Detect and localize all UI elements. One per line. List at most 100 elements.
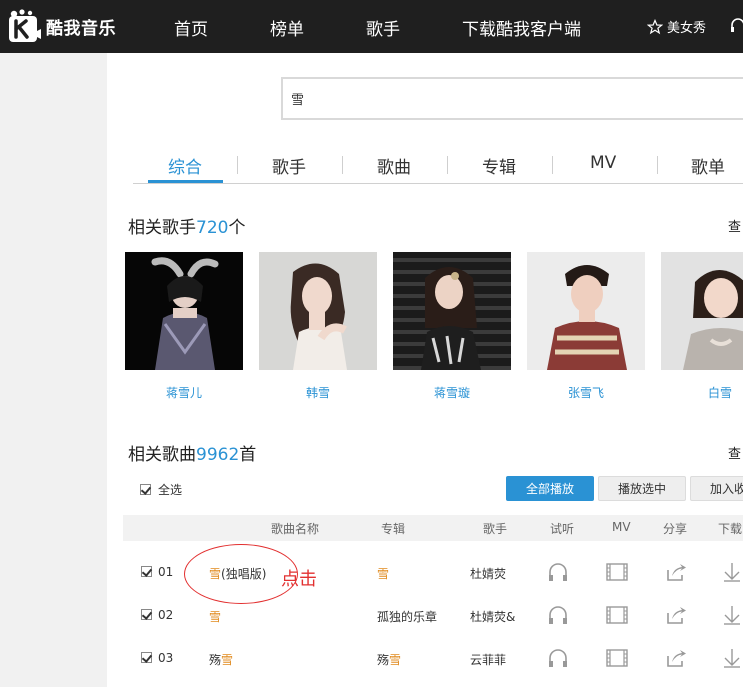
mv-film-icon[interactable] (606, 604, 628, 626)
tab-albums[interactable]: 专辑 (482, 153, 516, 178)
select-all-checkbox[interactable] (140, 484, 151, 495)
singer-card[interactable]: 韩雪 (259, 252, 377, 401)
singer-photo[interactable] (125, 252, 243, 370)
song-title-pre: 殇 (209, 653, 222, 667)
album-link[interactable]: 殇雪 (377, 651, 401, 668)
row-index: 03 (158, 651, 174, 665)
related-songs-unit: 首 (239, 445, 257, 465)
header-download: 下载 (718, 522, 743, 536)
active-tab-underline (148, 180, 223, 183)
table-row[interactable]: 03 殇雪 殇雪 云菲菲 (123, 636, 743, 679)
album-title-pre: 孤独的乐章 (377, 610, 438, 624)
logo-text: 酷我音乐 (46, 18, 116, 39)
song-title-keyword: 雪 (221, 653, 234, 667)
album-link[interactable]: 雪 (377, 565, 389, 582)
singer-photo[interactable] (393, 252, 511, 370)
tab-divider (237, 156, 238, 174)
row-checkbox[interactable] (141, 652, 152, 663)
tab-divider (342, 156, 343, 174)
related-singers-count: 720 (196, 218, 229, 238)
nav-charts[interactable]: 榜单 (270, 15, 304, 40)
related-songs-label: 相关歌曲 (128, 445, 196, 465)
play-selected-button[interactable]: 播放选中 (598, 476, 686, 501)
nav-singers[interactable]: 歌手 (366, 15, 400, 40)
header-mv: MV (612, 520, 631, 534)
header-artist: 歌手 (483, 522, 508, 536)
singer-name[interactable]: 张雪飞 (527, 384, 645, 401)
share-icon[interactable] (665, 604, 687, 626)
related-singers-title: 相关歌手720个 (128, 213, 245, 238)
singer-photo[interactable] (661, 252, 743, 370)
nav-meinv-show[interactable]: 美女秀 (647, 17, 706, 36)
singer-name[interactable]: 韩雪 (259, 384, 377, 401)
artist-link[interactable]: 云菲菲 (470, 651, 506, 668)
download-icon[interactable] (721, 561, 743, 583)
row-checkbox[interactable] (141, 566, 152, 577)
download-icon[interactable] (721, 647, 743, 669)
search-box[interactable] (281, 77, 743, 120)
headphone-icon[interactable] (547, 604, 569, 626)
singer-card[interactable]: 蒋雪儿 (125, 252, 243, 401)
left-sidebar-area (0, 53, 107, 687)
mv-film-icon[interactable] (606, 561, 628, 583)
top-nav-bar: 酷我音乐 首页 榜单 歌手 下载酷我客户端 美女秀 (0, 0, 743, 53)
related-singers-unit: 个 (228, 218, 246, 238)
search-category-tabs: 综合 歌手 歌曲 专辑 MV 歌单 (133, 148, 743, 184)
related-songs-title: 相关歌曲9962首 (128, 440, 256, 465)
album-title-keyword: 雪 (377, 567, 390, 581)
singer-photo[interactable] (527, 252, 645, 370)
kuwo-logo[interactable]: 酷我音乐 (8, 8, 116, 44)
select-all-control[interactable]: 全选 (140, 481, 182, 498)
song-title-keyword: 雪 (209, 610, 222, 624)
tab-playlists[interactable]: 歌单 (691, 153, 725, 178)
album-title-keyword: 雪 (389, 653, 402, 667)
nav-download-client[interactable]: 下载酷我客户端 (462, 15, 581, 40)
header-listen: 试听 (550, 522, 575, 536)
header-album: 专辑 (381, 522, 406, 536)
singer-card[interactable]: 蒋雪璇 (393, 252, 511, 401)
headphone-icon[interactable] (547, 561, 569, 583)
headphone-icon[interactable] (730, 17, 743, 33)
related-songs-count: 9962 (196, 445, 240, 465)
share-icon[interactable] (665, 647, 687, 669)
song-title-link[interactable]: 雪 (209, 608, 221, 625)
singer-photo[interactable] (259, 252, 377, 370)
singers-view-all-link[interactable]: 查 (728, 216, 741, 235)
meinv-label: 美女秀 (667, 21, 707, 36)
singer-name[interactable]: 白雪 (661, 384, 743, 401)
tab-singers[interactable]: 歌手 (272, 153, 306, 178)
tab-divider (552, 156, 553, 174)
related-singers-label: 相关歌手 (128, 218, 196, 238)
nav-home[interactable]: 首页 (174, 15, 208, 40)
row-index: 02 (158, 608, 174, 622)
tab-divider (447, 156, 448, 174)
search-input[interactable] (283, 79, 743, 118)
download-icon[interactable] (721, 604, 743, 626)
song-title-link[interactable]: 殇雪 (209, 651, 233, 668)
header-share: 分享 (663, 522, 688, 536)
album-link[interactable]: 孤独的乐章 (377, 608, 437, 625)
singer-card[interactable]: 白雪 (661, 252, 743, 401)
kuwo-logo-icon (9, 9, 41, 42)
tab-songs[interactable]: 歌曲 (377, 153, 411, 178)
header-song-name: 歌曲名称 (271, 522, 320, 536)
tab-comprehensive[interactable]: 综合 (168, 153, 202, 178)
row-checkbox[interactable] (141, 609, 152, 620)
artist-link[interactable]: 杜婧荧& (470, 608, 515, 625)
singer-name[interactable]: 蒋雪璇 (393, 384, 511, 401)
star-icon (647, 18, 663, 34)
share-icon[interactable] (665, 561, 687, 583)
artist-link[interactable]: 杜婧荧 (470, 565, 506, 582)
songs-view-all-link[interactable]: 查 (728, 443, 741, 462)
song-table-header: 歌曲名称 专辑 歌手 试听 MV 分享 下载 (123, 515, 743, 541)
select-all-label: 全选 (158, 483, 183, 497)
mv-film-icon[interactable] (606, 647, 628, 669)
headphone-icon[interactable] (547, 647, 569, 669)
tab-mv[interactable]: MV (590, 153, 616, 173)
add-to-button[interactable]: 加入收 (690, 476, 743, 501)
singer-card[interactable]: 张雪飞 (527, 252, 645, 401)
singer-name[interactable]: 蒋雪儿 (125, 384, 243, 401)
play-all-button[interactable]: 全部播放 (506, 476, 594, 501)
annotation-click-text: 点击 (281, 569, 317, 590)
album-title-pre: 殇 (377, 653, 390, 667)
